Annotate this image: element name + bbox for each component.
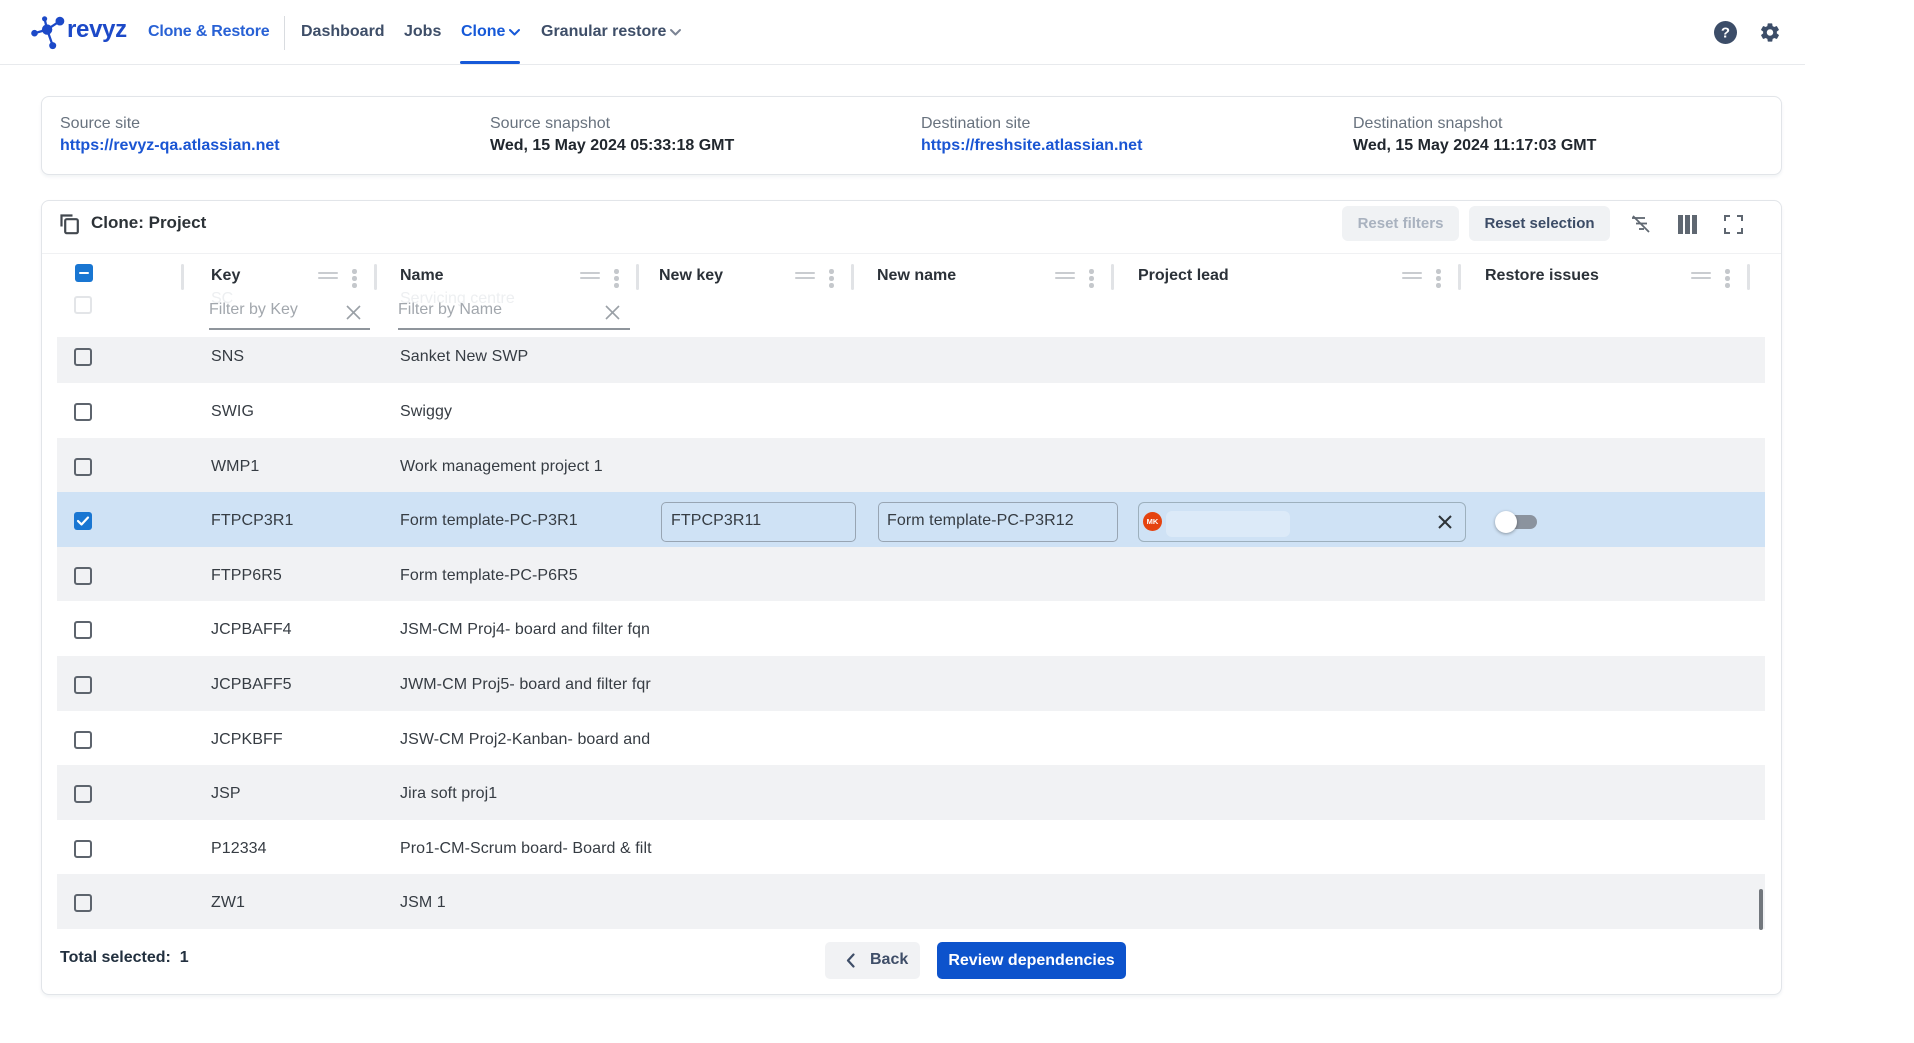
svg-text:?: ? [1721, 25, 1730, 42]
